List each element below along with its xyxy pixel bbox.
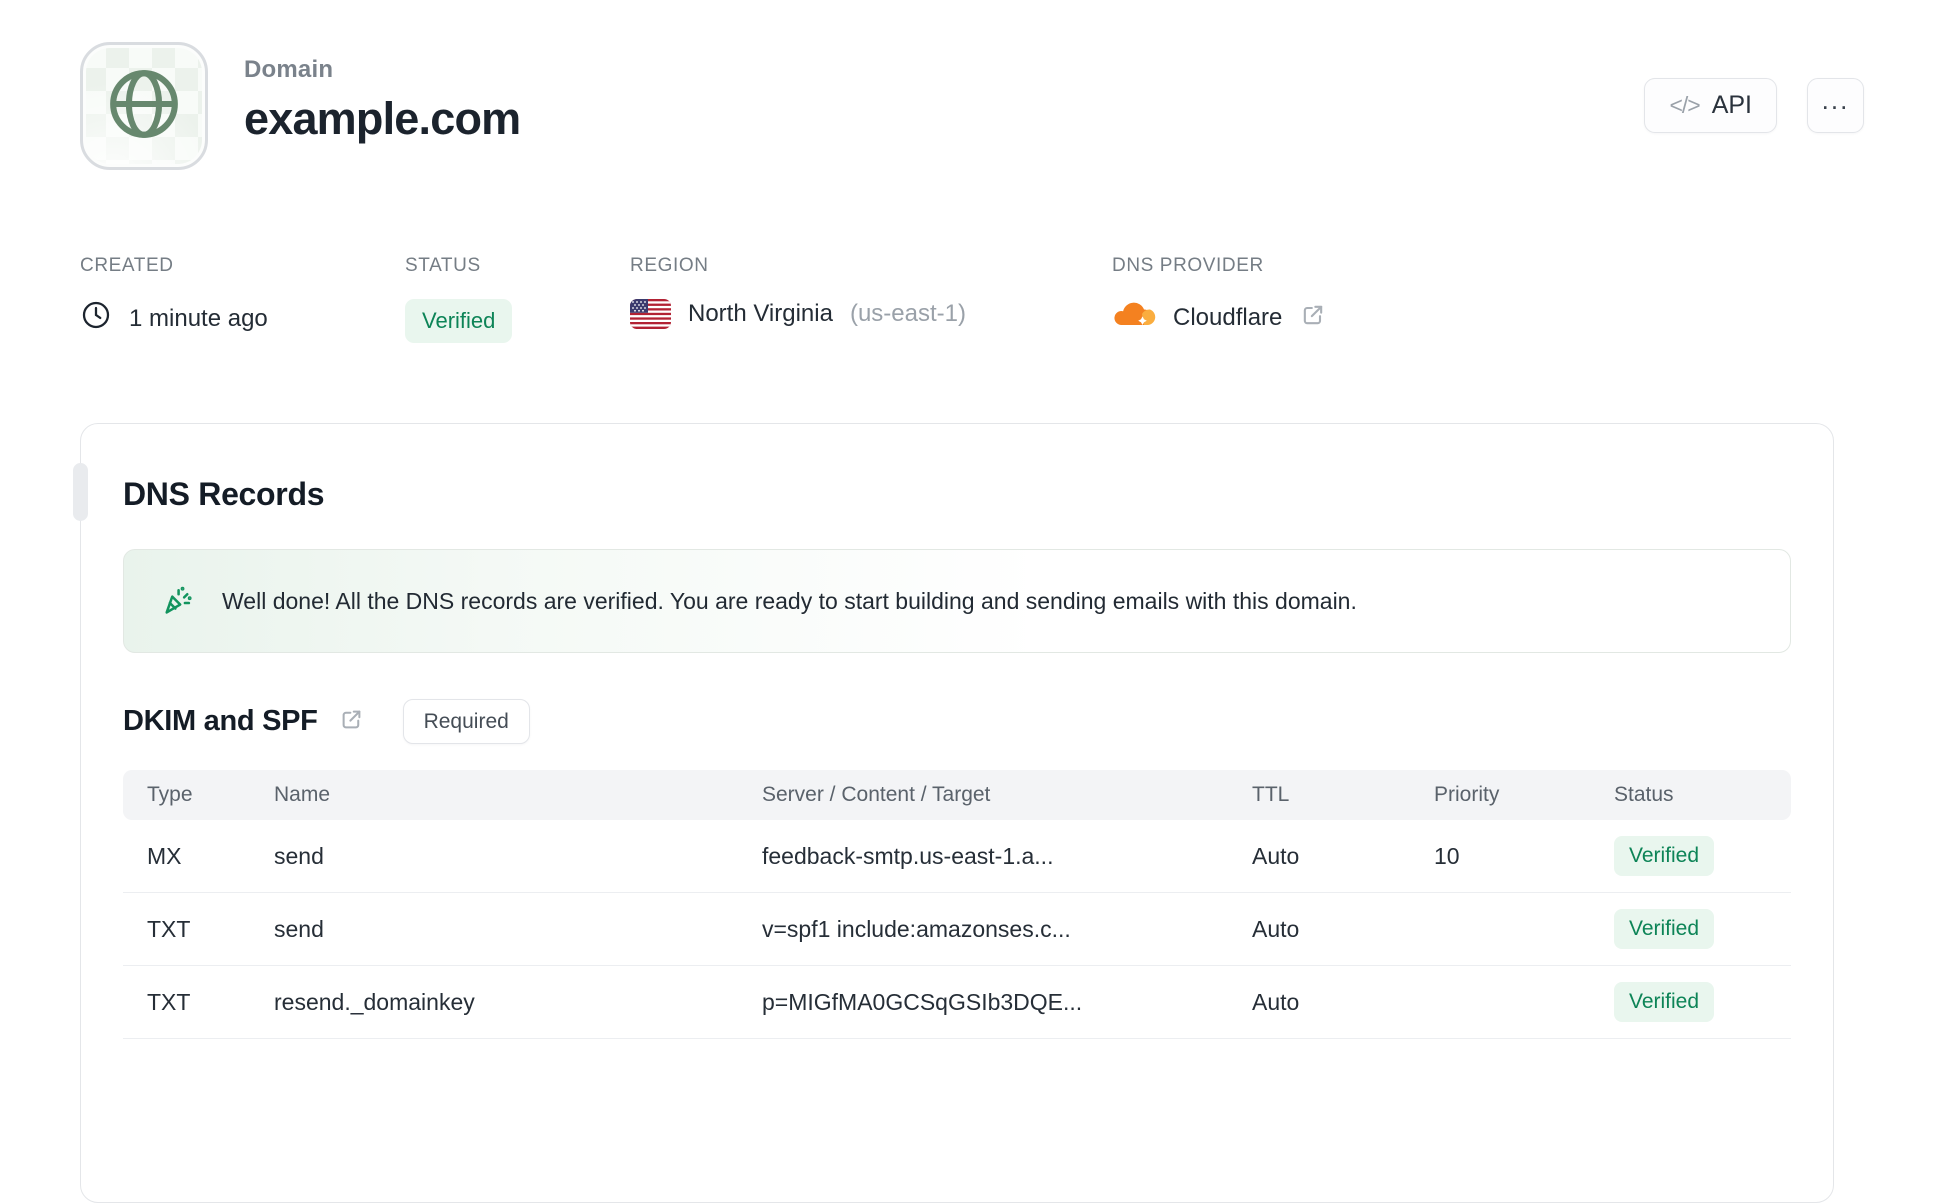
- record-priority: 10: [1434, 842, 1460, 869]
- column-header-ttl: TTL: [1252, 783, 1290, 806]
- dns-table: Type Name Server / Content / Target TTL …: [123, 770, 1791, 1039]
- region-value: North Virginia: [688, 300, 833, 327]
- record-type: MX: [147, 842, 182, 869]
- table-row[interactable]: TXT resend._domainkey p=MIGfMA0GCSqGSIb3…: [123, 966, 1791, 1039]
- column-header-type: Type: [147, 783, 193, 806]
- created-label: CREATED: [80, 255, 174, 276]
- status-badge: Verified: [405, 299, 513, 343]
- us-flag-icon: [630, 299, 671, 329]
- api-button-label: API: [1711, 91, 1752, 119]
- record-ttl: Auto: [1252, 842, 1300, 869]
- dns-records-title: DNS Records: [123, 476, 325, 512]
- column-header-content: Server / Content / Target: [762, 783, 991, 806]
- record-name: send: [274, 842, 324, 869]
- external-link-icon[interactable]: [1299, 301, 1327, 336]
- table-header-row: Type Name Server / Content / Target TTL …: [123, 770, 1791, 820]
- code-icon: </>: [1669, 92, 1700, 118]
- section-external-link-icon[interactable]: [338, 706, 365, 738]
- record-ttl: Auto: [1252, 988, 1300, 1015]
- record-ttl: Auto: [1252, 915, 1300, 942]
- party-popper-icon: [158, 580, 196, 623]
- required-badge: Required: [402, 699, 530, 744]
- meta-created: CREATED 1 minute ago: [80, 255, 268, 338]
- clock-icon: [80, 299, 112, 338]
- dns-records-card: DNS Records Well done! All the DNS recor…: [73, 423, 1834, 1203]
- dns-provider-value: Cloudflare: [1173, 304, 1283, 331]
- region-label: REGION: [630, 255, 709, 276]
- record-content: v=spf1 include:amazonses.c...: [762, 915, 1071, 942]
- record-status-badge: Verified: [1614, 909, 1715, 949]
- dns-provider-label: DNS PROVIDER: [1112, 255, 1264, 276]
- globe-icon: [101, 61, 187, 152]
- ellipsis-icon: ...: [1821, 85, 1850, 115]
- page-title: example.com: [244, 93, 521, 144]
- meta-region: REGION North Virginia (us-east-1): [630, 255, 966, 329]
- record-status-badge: Verified: [1614, 836, 1715, 876]
- created-value: 1 minute ago: [129, 304, 268, 332]
- record-type: TXT: [147, 988, 191, 1015]
- record-name: resend._domainkey: [274, 988, 475, 1015]
- success-banner: Well done! All the DNS records are verif…: [123, 549, 1791, 653]
- table-row[interactable]: TXT send v=spf1 include:amazonses.c... A…: [123, 893, 1791, 966]
- cloudflare-icon: [1112, 299, 1156, 337]
- domain-label: Domain: [244, 56, 334, 83]
- record-type: TXT: [147, 915, 191, 942]
- section-title: DKIM and SPF: [123, 705, 318, 737]
- domain-avatar: [80, 42, 208, 170]
- column-header-status: Status: [1614, 783, 1674, 806]
- more-options-button[interactable]: ...: [1807, 78, 1864, 133]
- column-header-name: Name: [274, 783, 331, 806]
- banner-message: Well done! All the DNS records are verif…: [222, 587, 1357, 614]
- status-label: STATUS: [405, 255, 481, 276]
- table-row[interactable]: MX send feedback-smtp.us-east-1.a... Aut…: [123, 820, 1791, 893]
- record-content: feedback-smtp.us-east-1.a...: [762, 842, 1054, 869]
- record-name: send: [274, 915, 324, 942]
- meta-dns-provider: DNS PROVIDER Cloudflare: [1112, 255, 1327, 337]
- column-header-priority: Priority: [1434, 783, 1500, 806]
- card-notch: [73, 463, 88, 521]
- meta-status: STATUS Verified: [405, 255, 513, 343]
- record-content: p=MIGfMA0GCSqGSIb3DQE...: [762, 988, 1083, 1015]
- api-button[interactable]: </> API: [1644, 78, 1777, 133]
- page-header: Domain example.com </> API ...: [80, 42, 1864, 170]
- record-status-badge: Verified: [1614, 982, 1715, 1022]
- region-code: (us-east-1): [849, 300, 966, 327]
